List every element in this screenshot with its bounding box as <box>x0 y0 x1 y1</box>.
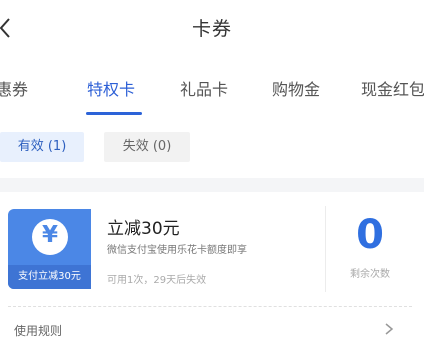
yen-icon: ¥ <box>32 219 68 255</box>
card-description: 微信支付宝使用乐花卡额度即享 <box>107 245 247 256</box>
chevron-right-icon <box>385 323 394 335</box>
tab-privilege-cards[interactable]: 特权卡 <box>87 76 135 100</box>
remaining-count: 0 <box>356 212 384 258</box>
tab-cash-red-packet[interactable]: 现金红包 <box>361 76 424 100</box>
filter-valid[interactable]: 有效 (1) <box>0 132 84 162</box>
tab-shopping-credit[interactable]: 购物金 <box>272 76 320 100</box>
remaining-count-label: 剩余次数 <box>350 269 390 280</box>
tab-bar: 优惠券 特权卡 礼品卡 购物金 现金红包 <box>0 56 424 120</box>
page-title: 卡券 <box>191 18 232 40</box>
top-bar: 卡券 <box>0 0 424 56</box>
card-validity: 可用1次，29天后失效 <box>107 275 207 286</box>
card-title: 立减30元 <box>107 219 180 239</box>
tab-coupons[interactable]: 优惠券 <box>0 76 28 100</box>
tab-gift-cards[interactable]: 礼品卡 <box>180 76 228 100</box>
filter-invalid[interactable]: 失效 (0) <box>104 132 190 162</box>
usage-rules-label: 使用规则 <box>14 324 63 338</box>
dashed-divider <box>8 306 412 307</box>
card-tag: 支付立减30元 <box>8 265 91 289</box>
usage-rules-row[interactable]: 使用规则 <box>0 312 424 346</box>
active-tab-indicator <box>86 112 142 115</box>
privilege-card[interactable]: ¥ 支付立减30元 立减30元 微信支付宝使用乐花卡额度即享 可用1次，29天后… <box>0 192 424 348</box>
card-badge: ¥ 支付立减30元 <box>8 209 91 289</box>
filter-bar: 有效 (1) 失效 (0) <box>0 120 424 178</box>
